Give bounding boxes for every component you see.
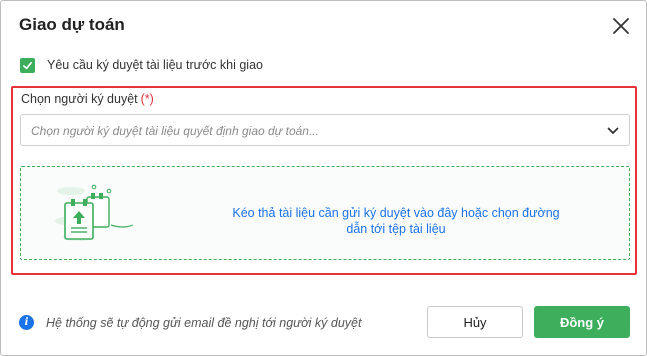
require-signature-checkbox[interactable] bbox=[20, 57, 35, 73]
dropzone-instructions: Kéo thả tài liệu cần gửi ký duyệt vào đâ… bbox=[211, 205, 581, 237]
cancel-button[interactable]: Hủy bbox=[427, 306, 523, 338]
document-upload-icon bbox=[55, 184, 134, 241]
required-mark: (*) bbox=[140, 92, 154, 106]
signer-select[interactable]: Chọn người ký duyệt tài liệu quyết định … bbox=[20, 114, 630, 146]
info-text: Hệ thống sẽ tự động gửi email đề nghị tớ… bbox=[46, 315, 362, 330]
require-signature-label: Yêu cầu ký duyệt tài liệu trước khi giao bbox=[47, 58, 263, 72]
file-dropzone[interactable]: Kéo thả tài liệu cần gửi ký duyệt vào đâ… bbox=[20, 166, 630, 260]
require-signature-row: Yêu cầu ký duyệt tài liệu trước khi giao bbox=[20, 56, 263, 74]
info-icon: i bbox=[19, 315, 34, 330]
confirm-button[interactable]: Đồng ý bbox=[534, 306, 630, 338]
dropzone-text-line1: Kéo thả tài liệu cần gửi ký duyệt vào đâ… bbox=[232, 206, 560, 220]
chevron-down-icon bbox=[607, 127, 619, 134]
signer-select-placeholder: Chọn người ký duyệt tài liệu quyết định … bbox=[31, 124, 319, 138]
close-icon bbox=[613, 18, 629, 34]
deliver-estimate-dialog: Giao dự toán Yêu cầu ký duyệt tài liệu t… bbox=[0, 0, 647, 356]
checkmark-icon bbox=[23, 61, 32, 69]
signer-label: Chọn người ký duyệt (*) bbox=[21, 92, 154, 106]
dialog-title: Giao dự toán bbox=[19, 15, 125, 34]
info-note: i Hệ thống sẽ tự động gửi email đề nghị … bbox=[19, 315, 361, 330]
signer-label-text: Chọn người ký duyệt bbox=[21, 92, 138, 106]
dropzone-text-line2: dẫn tới tệp tài liệu bbox=[346, 222, 446, 236]
close-button[interactable] bbox=[609, 14, 633, 38]
